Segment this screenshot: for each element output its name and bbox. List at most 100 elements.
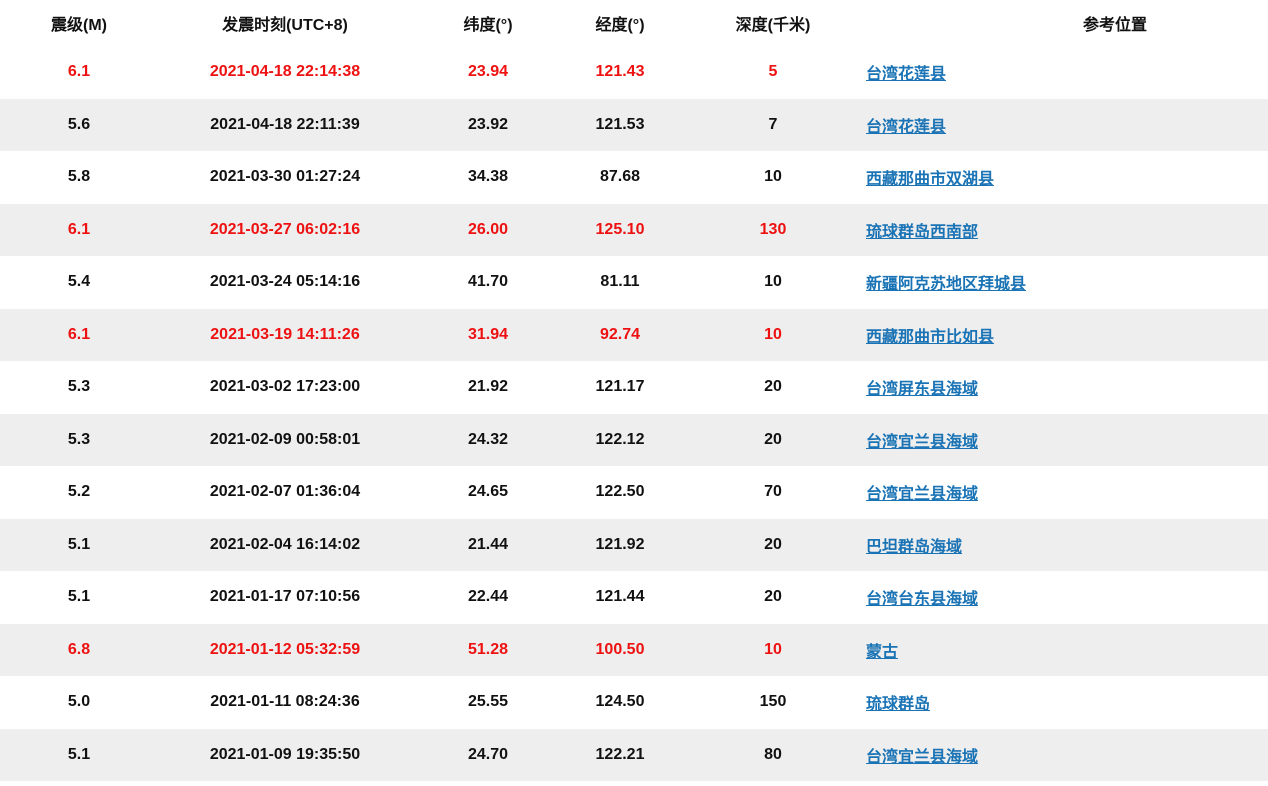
table-row: 5.3 2021-03-02 17:23:00 21.92 121.17 20 台湾屏东县…: [0, 361, 1268, 414]
cell-location: 台湾台东县海域: [866, 571, 1246, 624]
cell-latitude: 31.94: [467, 325, 509, 343]
location-link[interactable]: 蒙古: [866, 638, 898, 662]
cell-latitude: 23.94: [467, 63, 509, 81]
cell-latitude: 26.00: [467, 220, 509, 238]
cell-latitude: 22.44: [467, 588, 509, 606]
cell-longitude: 100.50: [595, 640, 645, 658]
cell-magnitude: 5.3: [67, 378, 91, 396]
cell-location: 台湾宜兰县海域: [866, 414, 1246, 467]
cell-magnitude: 5.0: [67, 693, 91, 711]
table-row: 5.3 2021-02-09 00:58:01 24.32 122.12 20 台湾宜兰县…: [0, 413, 1268, 467]
location-link[interactable]: 西藏那曲市比如县: [866, 323, 994, 347]
cell-longitude: 92.74: [599, 325, 641, 343]
location-link[interactable]: 台湾宜兰县海域: [866, 743, 978, 767]
location-link[interactable]: 琉球群岛西南部: [866, 218, 978, 242]
table-row: 6.1 2021-03-19 14:11:26 31.94 92.74 10 西藏那曲市比…: [0, 308, 1268, 361]
cell-time: 2021-02-04 16:14:02: [209, 535, 361, 553]
cell-depth: 10: [764, 640, 782, 658]
table-row: 6.8 2021-01-12 05:32:59 51.28 100.50 10 蒙古: [0, 623, 1268, 677]
table-row: 5.1 2021-01-17 07:10:56 22.44 121.44 20 台湾台东县…: [0, 571, 1268, 624]
location-link[interactable]: 巴坦群岛海域: [866, 533, 962, 557]
cell-time: 2021-04-18 22:14:38: [209, 63, 361, 81]
cell-longitude: 121.44: [595, 588, 645, 606]
table-row: 6.1 2021-04-18 22:14:38 23.94 121.43 5 台湾花莲县: [0, 46, 1268, 99]
cell-longitude: 121.17: [595, 378, 645, 396]
cell-depth: 20: [764, 378, 782, 396]
cell-location: 琉球群岛: [866, 676, 1246, 729]
location-link[interactable]: 台湾花莲县: [866, 113, 946, 137]
cell-location: 蒙古: [866, 624, 1246, 677]
cell-magnitude: 5.1: [67, 535, 91, 553]
cell-depth: 20: [764, 535, 782, 553]
cell-longitude: 122.12: [595, 430, 645, 448]
header-depth: 深度(千米): [735, 17, 811, 34]
table-row: 6.1 2021-03-27 06:02:16 26.00 125.10 130 琉球群岛…: [0, 203, 1268, 257]
cell-time: 2021-01-11 08:24:36: [210, 693, 360, 711]
location-link[interactable]: 台湾台东县海域: [866, 585, 978, 609]
cell-location: 新疆阿克苏地区拜城县: [866, 256, 1246, 309]
cell-depth: 150: [759, 693, 787, 711]
cell-magnitude: 5.8: [67, 168, 91, 186]
cell-depth: 10: [764, 168, 782, 186]
header-time: 发震时刻(UTC+8): [222, 17, 348, 34]
cell-time: 2021-02-07 01:36:04: [209, 483, 361, 501]
cell-time: 2021-03-30 01:27:24: [209, 168, 361, 186]
table-row: 5.1 2021-02-04 16:14:02 21.44 121.92 20 巴坦群岛海…: [0, 518, 1268, 572]
cell-location: 台湾宜兰县海域: [866, 466, 1246, 519]
cell-depth: 5: [768, 63, 778, 81]
cell-time: 2021-01-12 05:32:59: [209, 640, 361, 658]
cell-longitude: 81.11: [600, 273, 640, 291]
earthquake-table: 震级(M) 发震时刻(UTC+8) 纬度(°) 经度(°) 深度(千米) 参考位…: [0, 0, 1268, 781]
cell-magnitude: 5.1: [67, 745, 91, 763]
header-location: 参考位置: [1082, 17, 1147, 34]
cell-location: 西藏那曲市双湖县: [866, 151, 1246, 204]
cell-magnitude: 6.1: [67, 220, 91, 238]
cell-longitude: 87.68: [599, 168, 641, 186]
location-link[interactable]: 台湾屏东县海域: [866, 375, 978, 399]
table-row: 5.0 2021-01-11 08:24:36 25.55 124.50 150 琉球群岛: [0, 676, 1268, 729]
cell-latitude: 21.44: [467, 535, 509, 553]
cell-location: 台湾花莲县: [866, 99, 1246, 152]
header-magnitude: 震级(M): [51, 17, 107, 34]
cell-latitude: 51.28: [467, 640, 509, 658]
cell-magnitude: 5.4: [67, 273, 91, 291]
cell-latitude: 21.92: [467, 378, 509, 396]
header-longitude: 经度(°): [595, 17, 645, 34]
cell-location: 台湾花莲县: [866, 46, 1246, 99]
table-body: 6.1 2021-04-18 22:14:38 23.94 121.43 5 台湾花莲县 5…: [0, 46, 1268, 781]
cell-location: 巴坦群岛海域: [866, 519, 1246, 572]
cell-magnitude: 5.1: [67, 588, 91, 606]
cell-latitude: 25.55: [467, 693, 509, 711]
location-link[interactable]: 台湾宜兰县海域: [866, 428, 978, 452]
cell-depth: 20: [764, 588, 782, 606]
header-latitude: 纬度(°): [463, 17, 513, 34]
table-row: 5.4 2021-03-24 05:14:16 41.70 81.11 10 新疆阿克苏地…: [0, 256, 1268, 309]
location-link[interactable]: 琉球群岛: [866, 690, 930, 714]
cell-location: 琉球群岛西南部: [866, 204, 1246, 257]
cell-magnitude: 5.6: [67, 115, 91, 133]
cell-location: 台湾宜兰县海域: [866, 729, 1246, 782]
cell-depth: 70: [764, 483, 782, 501]
cell-depth: 130: [759, 220, 787, 238]
cell-location: 台湾屏东县海域: [866, 361, 1246, 414]
cell-magnitude: 6.8: [67, 640, 91, 658]
cell-magnitude: 5.2: [67, 483, 91, 501]
cell-magnitude: 6.1: [67, 325, 91, 343]
table-row: 5.8 2021-03-30 01:27:24 34.38 87.68 10 西藏那曲市双…: [0, 151, 1268, 204]
cell-time: 2021-01-17 07:10:56: [209, 588, 361, 606]
cell-time: 2021-01-09 19:35:50: [209, 745, 361, 763]
cell-longitude: 122.21: [595, 745, 645, 763]
cell-time: 2021-04-18 22:11:39: [210, 115, 360, 133]
cell-longitude: 121.92: [595, 535, 645, 553]
cell-longitude: 121.53: [595, 115, 645, 133]
location-link[interactable]: 台湾宜兰县海域: [866, 480, 978, 504]
cell-depth: 10: [764, 325, 782, 343]
table-row: 5.6 2021-04-18 22:11:39 23.92 121.53 7 台湾花莲县: [0, 98, 1268, 152]
location-link[interactable]: 台湾花莲县: [866, 60, 946, 84]
cell-longitude: 121.43: [595, 63, 645, 81]
table-header-row: 震级(M) 发震时刻(UTC+8) 纬度(°) 经度(°) 深度(千米) 参考位…: [0, 0, 1268, 46]
cell-depth: 7: [768, 115, 778, 133]
location-link[interactable]: 新疆阿克苏地区拜城县: [866, 270, 1026, 294]
location-link[interactable]: 西藏那曲市双湖县: [866, 165, 994, 189]
cell-time: 2021-03-27 06:02:16: [209, 220, 361, 238]
